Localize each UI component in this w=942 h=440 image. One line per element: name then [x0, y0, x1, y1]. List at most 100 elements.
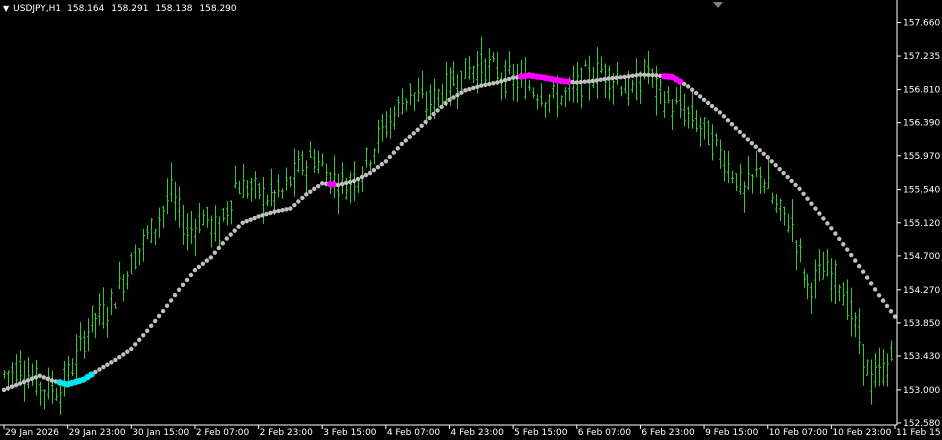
- moving-average-point: [849, 252, 854, 258]
- moving-average-point: [256, 214, 261, 219]
- moving-average-point: [741, 133, 747, 138]
- price-bar: [186, 213, 189, 251]
- time-tick-label: 29 Jan 2026: [5, 428, 59, 438]
- price-bar: [743, 181, 746, 213]
- moving-average-point: [701, 97, 707, 103]
- moving-average-point: [260, 213, 265, 218]
- time-tick-label: 2 Feb 07:00: [196, 428, 250, 438]
- price-bar: [783, 206, 786, 226]
- price-bar: [63, 360, 66, 397]
- moving-average-point: [689, 87, 695, 92]
- time-tick-label: 5 Feb 15:00: [514, 428, 568, 438]
- moving-average-point: [837, 236, 842, 242]
- moving-average-point: [459, 90, 464, 95]
- moving-average-point: [817, 211, 822, 216]
- chart-shift-marker-icon[interactable]: [713, 2, 723, 8]
- price-bar: [759, 166, 762, 195]
- moving-average-point: [483, 82, 488, 88]
- price-tick-label: 154.270: [903, 286, 940, 296]
- price-bar: [369, 160, 372, 172]
- price-bar: [500, 72, 503, 101]
- moving-average-point: [602, 76, 607, 82]
- price-bar: [297, 150, 300, 173]
- price-bar: [71, 358, 74, 377]
- moving-average-point: [725, 118, 731, 123]
- moving-average-point: [93, 369, 98, 375]
- moving-average-point: [745, 137, 751, 142]
- price-bar: [242, 163, 245, 198]
- moving-average-point: [144, 328, 150, 333]
- price-bar: [516, 63, 519, 102]
- price-bar: [162, 205, 165, 229]
- chart-header: ▼ USDJPY,H1 158.164 158.291 158.138 158.…: [3, 3, 241, 15]
- price-bar: [254, 170, 257, 199]
- price-bar: [683, 93, 686, 127]
- moving-average-point: [705, 100, 711, 106]
- moving-average-point: [37, 373, 42, 378]
- time-tick-label: 30 Jan 15:00: [132, 428, 189, 438]
- price-bar: [234, 165, 237, 189]
- price-bar: [731, 170, 734, 184]
- price-bar: [779, 198, 782, 221]
- time-tick-label: 6 Feb 23:00: [641, 428, 695, 438]
- price-bar: [540, 83, 543, 107]
- price-bar: [337, 173, 340, 215]
- price-bar: [699, 116, 702, 147]
- price-bar: [226, 201, 229, 226]
- price-bar: [158, 207, 161, 238]
- price-bar: [285, 167, 288, 191]
- chart-canvas[interactable]: 157.660 157.235 156.810 156.390 155.970 155.5…: [0, 0, 942, 440]
- moving-average-point: [29, 376, 35, 382]
- price-bar: [401, 88, 404, 115]
- moving-average-point: [347, 179, 353, 185]
- moving-average-point: [638, 72, 643, 77]
- moving-average-point: [821, 216, 826, 221]
- moving-average-point: [121, 352, 126, 357]
- price-bar: [277, 174, 280, 198]
- moving-average-point: [316, 183, 321, 189]
- price-bar: [301, 150, 304, 176]
- price-bar: [854, 312, 857, 338]
- price-bar: [588, 55, 591, 101]
- price-bar: [468, 55, 471, 80]
- moving-average-point: [113, 357, 118, 363]
- moving-average-point: [510, 75, 516, 80]
- high-value: 158.291: [111, 4, 149, 14]
- time-tick-label: 9 Feb 15:00: [705, 428, 759, 438]
- moving-average-point: [288, 206, 293, 211]
- collapse-triangle-icon[interactable]: ▼: [3, 3, 9, 15]
- moving-average-point: [292, 202, 297, 208]
- time-tick-label: 4 Feb 07:00: [387, 428, 441, 438]
- moving-average-point: [97, 367, 102, 372]
- moving-average-point: [339, 181, 345, 187]
- moving-average-point: [41, 375, 46, 380]
- price-bar: [417, 77, 420, 102]
- time-tick-label: 11 Feb 15: [896, 428, 941, 438]
- price-bar: [878, 347, 881, 387]
- moving-average-point: [300, 195, 305, 201]
- moving-average-point: [125, 349, 130, 354]
- moving-average-point: [634, 72, 639, 78]
- price-axis: 157.660 157.235 156.810 156.390 155.970 155.5…: [896, 0, 940, 429]
- price-bar: [190, 210, 193, 245]
- moving-average-point: [304, 192, 309, 197]
- moving-average-point: [618, 75, 623, 80]
- moving-average-point: [685, 84, 691, 89]
- time-axis: 29 Jan 2026 29 Jan 23:00 30 Jan 15:00 2 Feb…: [0, 424, 941, 438]
- price-tick-label: 155.970: [903, 152, 940, 162]
- moving-average-point: [232, 228, 237, 233]
- moving-average-point: [168, 298, 174, 303]
- moving-average-point: [9, 384, 15, 389]
- price-bar: [452, 61, 455, 87]
- price-bar: [266, 194, 269, 207]
- chart-window[interactable]: 157.660 157.235 156.810 156.390 155.970 155.5…: [0, 0, 942, 440]
- price-tick-label: 157.660: [903, 19, 940, 29]
- price-bar: [389, 107, 392, 139]
- moving-average-point: [630, 73, 635, 78]
- price-bar: [795, 240, 798, 271]
- price-bar: [592, 66, 595, 89]
- moving-average-point: [411, 131, 416, 136]
- price-bar: [154, 229, 157, 245]
- price-bar: [806, 274, 809, 300]
- price-bar: [548, 94, 551, 113]
